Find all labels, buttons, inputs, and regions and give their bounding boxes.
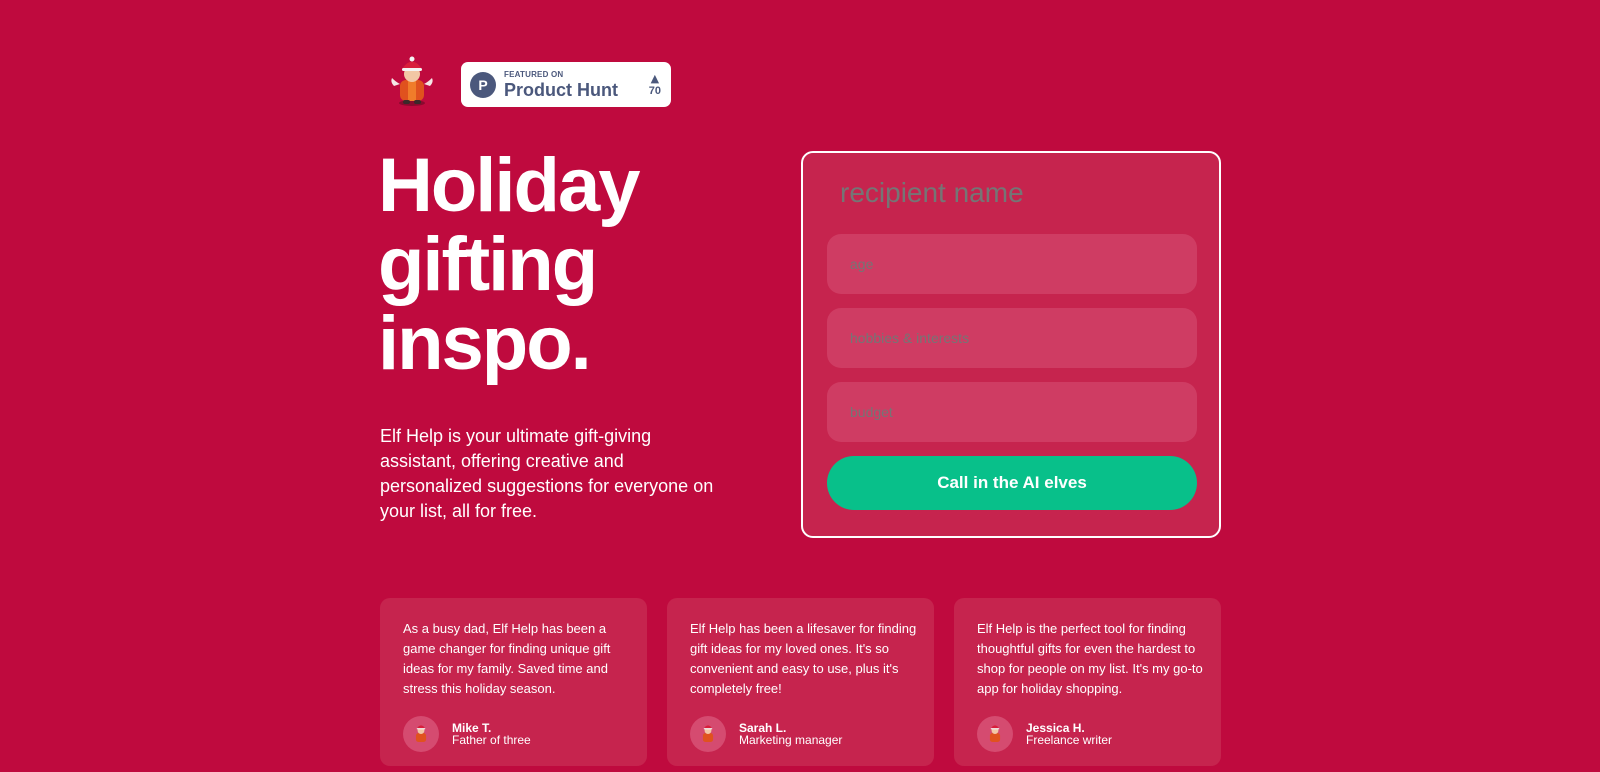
- elf-avatar-icon: [702, 725, 714, 743]
- elf-avatar-icon: [989, 725, 1001, 743]
- product-hunt-logo-letter: P: [478, 77, 487, 93]
- headline-line-3: inspo.: [378, 301, 592, 386]
- upvote-arrow-icon: ▲: [650, 71, 660, 85]
- testimonials: As a busy dad, Elf Help has been a game …: [380, 598, 1221, 766]
- call-ai-elves-button[interactable]: Call in the AI elves: [827, 456, 1197, 510]
- gift-form: Call in the AI elves: [801, 151, 1221, 538]
- testimonial-role: Father of three: [452, 733, 531, 747]
- testimonial-quote: Elf Help is the perfect tool for finding…: [977, 621, 1203, 696]
- testimonial-quote: Elf Help has been a lifesaver for findin…: [690, 621, 917, 696]
- budget-input[interactable]: [827, 382, 1197, 442]
- testimonial-role: Freelance writer: [1026, 733, 1113, 747]
- avatar: [403, 716, 439, 752]
- product-hunt-logo-icon: P: [470, 71, 496, 98]
- testimonial-author: Jessica H. Freelance writer: [977, 716, 1112, 752]
- avatar: [977, 716, 1013, 752]
- testimonial-meta: Mike T. Father of three: [452, 722, 531, 746]
- hobbies-input[interactable]: [827, 308, 1197, 368]
- testimonial-card: Elf Help is the perfect tool for finding…: [954, 598, 1221, 766]
- elf-mascot-icon[interactable]: [386, 56, 438, 108]
- featured-on-label: FEATURED ON: [504, 69, 564, 79]
- testimonial-quote: As a busy dad, Elf Help has been a game …: [403, 621, 611, 696]
- testimonial-meta: Jessica H. Freelance writer: [1026, 722, 1112, 746]
- testimonial-role: Marketing manager: [739, 733, 843, 747]
- testimonial-card: As a busy dad, Elf Help has been a game …: [380, 598, 647, 766]
- headline-line-2: gifting: [378, 222, 598, 307]
- headline-line-1: Holiday: [378, 143, 641, 228]
- testimonial-card: Elf Help has been a lifesaver for findin…: [667, 598, 934, 766]
- hero-headline: Holiday gifting inspo.: [378, 146, 738, 383]
- testimonial-meta: Sarah L. Marketing manager: [739, 722, 842, 746]
- testimonial-author: Sarah L. Marketing manager: [690, 716, 842, 752]
- avatar: [690, 716, 726, 752]
- product-hunt-text: FEATURED ON Product Hunt: [504, 69, 618, 100]
- testimonial-author: Mike T. Father of three: [403, 716, 531, 752]
- hero-description: Elf Help is your ultimate gift-giving as…: [380, 426, 714, 521]
- product-hunt-name: Product Hunt: [504, 79, 618, 100]
- recipient-name-input[interactable]: [840, 177, 1180, 209]
- age-input[interactable]: [827, 234, 1197, 294]
- elf-avatar-icon: [415, 725, 427, 743]
- product-hunt-badge[interactable]: P FEATURED ON Product Hunt ▲ 70: [461, 62, 671, 107]
- vote-count-value: 70: [648, 84, 661, 97]
- vote-count: ▲ 70: [649, 73, 661, 97]
